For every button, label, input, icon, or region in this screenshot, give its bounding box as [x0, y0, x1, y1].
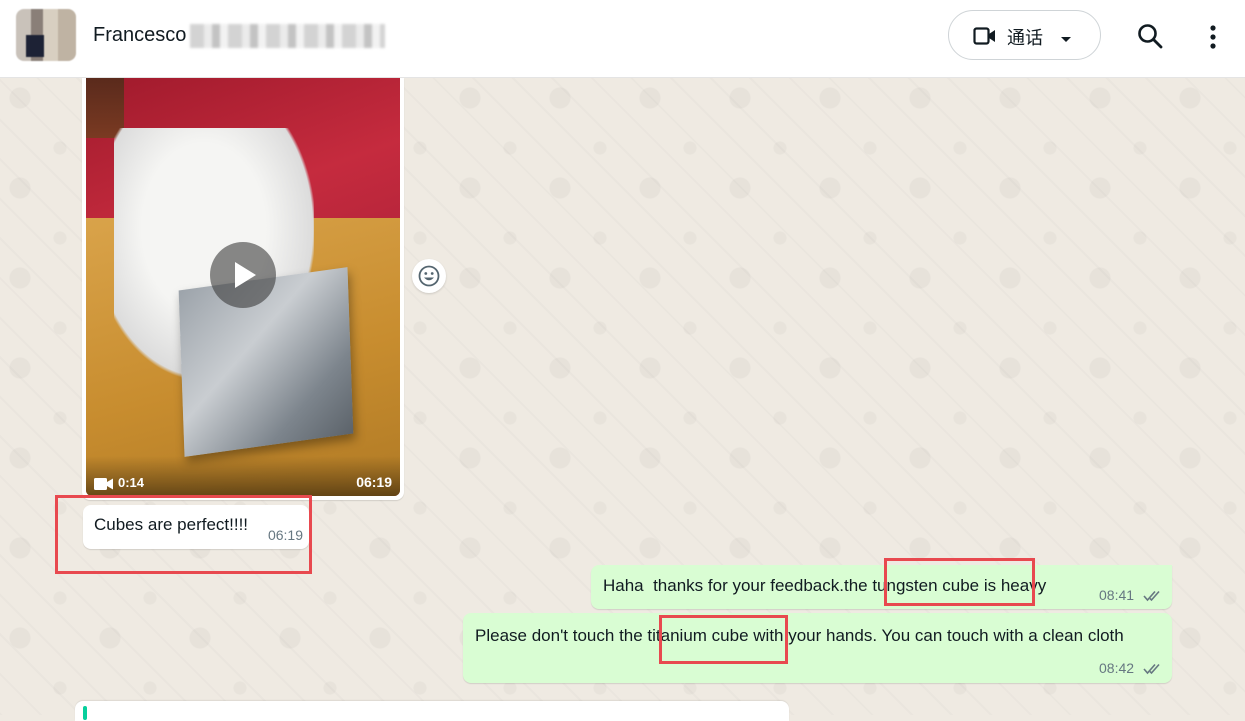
- highlight-box: [659, 615, 788, 664]
- outgoing-message[interactable]: Please don't touch the titanium cube wit…: [463, 613, 1172, 683]
- redacted-name: [190, 24, 385, 48]
- message-text: Please don't touch the titanium cube wit…: [475, 626, 1124, 645]
- chat-header: Francesco 通话: [0, 0, 1245, 78]
- react-button[interactable]: [412, 259, 446, 293]
- video-message[interactable]: 0:14 06:19: [82, 78, 404, 500]
- call-button[interactable]: 通话: [948, 10, 1101, 60]
- play-button[interactable]: [210, 242, 276, 308]
- next-message-peek: [75, 701, 789, 721]
- double-check-icon: [1143, 589, 1163, 607]
- more-vertical-icon[interactable]: [1203, 24, 1223, 55]
- contact-name[interactable]: Francesco: [93, 24, 186, 47]
- highlight-box: [884, 558, 1035, 606]
- video-thumbnail[interactable]: 0:14 06:19: [86, 78, 400, 496]
- search-icon[interactable]: [1137, 23, 1163, 54]
- message-time: 08:41: [1099, 587, 1135, 603]
- call-button-label: 通话: [1007, 28, 1043, 48]
- emoji-icon: [418, 265, 440, 287]
- play-icon: [235, 262, 256, 288]
- double-check-icon: [1143, 662, 1163, 680]
- message-time: 06:19: [356, 474, 392, 490]
- outgoing-message[interactable]: Haha thanks for your feedback.the tungst…: [591, 565, 1172, 609]
- video-camera-icon: [94, 477, 114, 496]
- caret-down-icon[interactable]: [1060, 31, 1072, 49]
- highlight-box: [55, 495, 312, 574]
- video-duration: 0:14: [118, 475, 145, 490]
- message-time: 08:42: [1099, 660, 1135, 676]
- avatar[interactable]: [16, 9, 76, 61]
- video-camera-icon: [973, 26, 997, 51]
